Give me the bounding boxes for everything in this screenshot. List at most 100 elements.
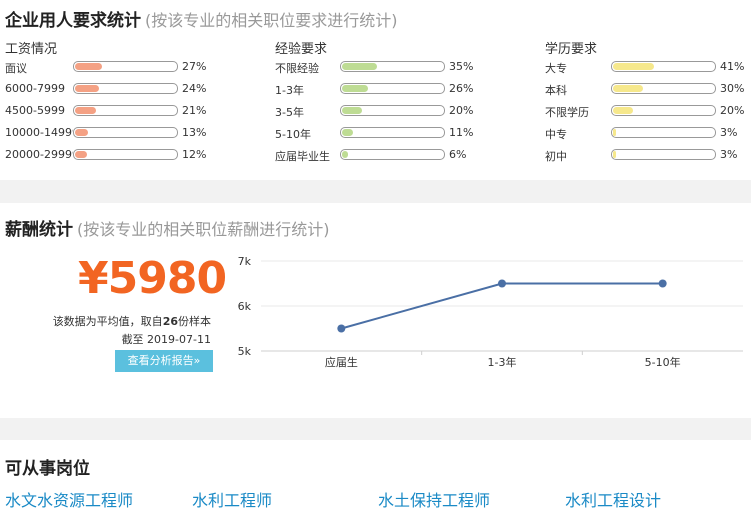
salary-label: 10000-14999 [5, 126, 73, 139]
salary-label: 20000-29999 [5, 148, 73, 161]
salary-percent: 24% [182, 82, 207, 95]
experience-label: 应届毕业生 [275, 150, 330, 163]
x-axis-ticks: 应届生 1-3年 5-10年 [325, 351, 681, 369]
y-tick-label: 5k [238, 345, 252, 358]
education-row: 本科 30% [545, 78, 751, 100]
experience-label: 不限经验 [275, 62, 319, 75]
view-report-button[interactable]: 查看分析报告» [115, 350, 213, 372]
sample-note: 该数据为平均值，取自26份样本 [53, 313, 211, 329]
requirements-panel: 企业用人要求统计 (按该专业的相关职位要求进行统计) 工资情况 面议 27% 6000… [0, 0, 751, 180]
education-column: 学历要求 大专 41% 本科 30% 不限学历 20% 中专 3% 初中 3% [545, 38, 751, 166]
education-heading: 学历要求 [545, 42, 598, 57]
salary-bar-fill [75, 129, 88, 136]
pay-title-text: 薪酬统计 [5, 220, 73, 240]
experience-row: 3-5年 20% [275, 100, 495, 122]
position-link[interactable]: 水利工程师 [192, 487, 272, 511]
y-axis-ticks: 5k 6k 7k [238, 255, 252, 358]
experience-bar [340, 83, 445, 94]
positions-panel: 可从事岗位 水文水资源工程师 水利工程师 水土保持工程师 水利工程设计 [0, 440, 751, 515]
salary-column: 工资情况 面议 27% 6000-7999 24% 4500-5999 21% 10000-… [5, 38, 225, 166]
position-link[interactable]: 水文水资源工程师 [5, 487, 133, 511]
salary-label: 面议 [5, 62, 27, 75]
education-row: 初中 3% [545, 144, 751, 166]
experience-percent: 6% [449, 148, 467, 161]
experience-row: 1-3年 26% [275, 78, 495, 100]
experience-column: 经验要求 不限经验 35% 1-3年 26% 3-5年 20% 5-10年 11% 应届毕业生 6… [275, 38, 495, 166]
salary-bar [73, 105, 178, 116]
education-percent: 30% [720, 82, 745, 95]
salary-row: 20000-29999 12% [5, 144, 225, 166]
experience-bar-fill [342, 129, 353, 136]
education-row: 中专 3% [545, 122, 751, 144]
data-date: 截至 2019-07-11 [121, 333, 211, 346]
education-label: 大专 [545, 62, 567, 75]
education-percent: 3% [720, 126, 738, 139]
education-bar-fill [613, 129, 616, 136]
experience-bar-fill [342, 85, 368, 92]
salary-percent: 27% [182, 60, 207, 73]
education-bar-fill [613, 63, 654, 70]
sample-note-prefix: 该数据为平均值，取自 [52, 315, 163, 328]
experience-label: 1-3年 [275, 84, 304, 97]
positions-title: 可从事岗位 [5, 459, 90, 479]
y-tick-label: 7k [238, 255, 252, 268]
education-percent: 3% [720, 148, 738, 161]
education-label: 不限学历 [545, 106, 589, 119]
education-bar-fill [613, 151, 616, 158]
x-tick-label: 5-10年 [645, 355, 681, 369]
position-link[interactable]: 水利工程设计 [565, 487, 661, 511]
x-tick-label: 应届生 [325, 355, 358, 369]
salary-row: 面议 27% [5, 56, 225, 78]
salary-label: 6000-7999 [5, 82, 65, 95]
experience-percent: 20% [449, 104, 474, 117]
experience-percent: 26% [449, 82, 474, 95]
education-percent: 41% [720, 60, 745, 73]
experience-percent: 35% [449, 60, 474, 73]
sample-note-suffix: 份样本 [178, 315, 211, 328]
salary-row: 10000-14999 13% [5, 122, 225, 144]
experience-bar [340, 61, 445, 72]
data-point [498, 279, 506, 288]
experience-bar-fill [342, 63, 377, 70]
data-point [337, 324, 346, 333]
y-tick-label: 6k [238, 300, 252, 313]
pay-panel: 薪酬统计 (按该专业的相关职位薪酬进行统计) ¥5980 该数据为平均值，取自26… [0, 203, 751, 418]
salary-percent: 13% [182, 126, 207, 139]
experience-bar-fill [342, 151, 348, 158]
salary-bar [73, 149, 178, 160]
salary-percent: 21% [182, 104, 207, 117]
pay-subtitle: (按该专业的相关职位薪酬进行统计) [77, 220, 330, 239]
education-label: 初中 [545, 150, 567, 163]
salary-bar [73, 127, 178, 138]
position-link[interactable]: 水土保持工程师 [378, 487, 490, 511]
education-label: 中专 [545, 128, 567, 141]
education-percent: 20% [720, 104, 745, 117]
experience-heading: 经验要求 [275, 42, 328, 57]
salary-bar-fill [75, 151, 87, 158]
average-salary: ¥5980 [78, 253, 227, 304]
education-bar [611, 61, 716, 72]
education-bar-fill [613, 107, 633, 114]
salary-row: 4500-5999 21% [5, 100, 225, 122]
experience-bar [340, 105, 445, 116]
experience-row: 应届毕业生 6% [275, 144, 495, 166]
experience-bar [340, 127, 445, 138]
salary-label: 4500-5999 [5, 104, 65, 117]
salary-bar-fill [75, 85, 99, 92]
salary-row: 6000-7999 24% [5, 78, 225, 100]
experience-bar-fill [342, 107, 362, 114]
chart-grid [261, 260, 743, 352]
salary-percent: 12% [182, 148, 207, 161]
education-bar [611, 127, 716, 138]
x-tick-label: 1-3年 [488, 355, 517, 369]
education-row: 大专 41% [545, 56, 751, 78]
education-row: 不限学历 20% [545, 100, 751, 122]
education-bar [611, 105, 716, 116]
requirements-subtitle: (按该专业的相关职位要求进行统计) [145, 11, 398, 30]
requirements-title-text: 企业用人要求统计 [5, 11, 141, 31]
requirements-title: 企业用人要求统计 (按该专业的相关职位要求进行统计) [5, 6, 398, 31]
salary-bar-fill [75, 107, 96, 114]
education-bar [611, 83, 716, 94]
salary-trend-chart: 5k 6k 7k 应届生 1-3年 5-10年 [238, 255, 743, 369]
education-bar-fill [613, 85, 643, 92]
